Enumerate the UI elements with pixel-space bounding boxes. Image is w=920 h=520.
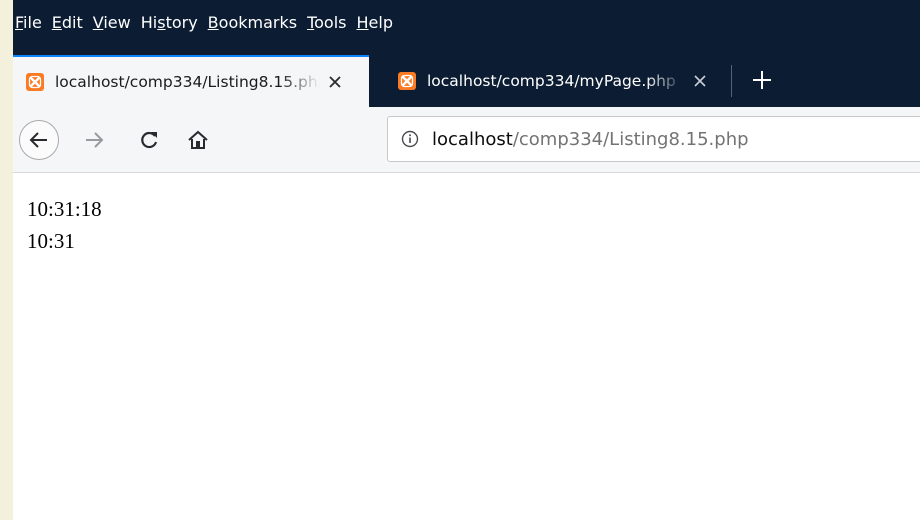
- plus-icon: [753, 71, 771, 89]
- url-path: /comp334/Listing8.15.php: [512, 128, 749, 150]
- menu-bookmarks-accel: B: [207, 13, 219, 32]
- close-icon[interactable]: [693, 74, 707, 88]
- tab-listing[interactable]: localhost/comp334/Listing8.15.php: [13, 55, 369, 107]
- xampp-favicon-icon: [26, 73, 44, 91]
- menu-edit-rest: dit: [61, 13, 83, 32]
- page-content: 10:31:18 10:31: [13, 174, 920, 520]
- navigation-toolbar: localhost/comp334/Listing8.15.php: [13, 107, 920, 173]
- browser-window: File Edit View History Bookmarks Tools H…: [13, 0, 920, 520]
- url-host: localhost: [432, 128, 513, 150]
- tab-title: localhost/comp334/myPage.php: [427, 72, 676, 90]
- time-full-line: 10:31:18: [27, 197, 102, 221]
- menu-bookmarks-rest: ookmarks: [218, 13, 298, 32]
- url-text[interactable]: localhost/comp334/Listing8.15.php: [432, 129, 749, 150]
- menu-edit[interactable]: Edit: [52, 11, 83, 34]
- menu-history-accel: s: [157, 13, 166, 32]
- home-icon: [188, 130, 208, 149]
- arrow-left-icon: [29, 132, 47, 148]
- reload-button[interactable]: [136, 127, 162, 153]
- menu-bar: File Edit View History Bookmarks Tools H…: [13, 0, 920, 45]
- menu-file[interactable]: File: [15, 11, 42, 34]
- address-bar[interactable]: localhost/comp334/Listing8.15.php: [387, 116, 920, 162]
- time-short-line: 10:31: [27, 229, 75, 253]
- back-button[interactable]: [19, 120, 59, 160]
- menu-history-pre: Hi: [140, 13, 158, 32]
- home-button[interactable]: [185, 127, 211, 153]
- menu-help-rest: elp: [368, 13, 393, 32]
- menu-help-accel: H: [356, 13, 369, 32]
- tab-strip: localhost/comp334/Listing8.15.php localh…: [13, 45, 920, 107]
- info-icon[interactable]: [400, 129, 420, 149]
- menu-file-accel: F: [15, 13, 24, 32]
- menu-bookmarks[interactable]: Bookmarks: [208, 11, 297, 34]
- menu-history[interactable]: History: [141, 11, 198, 34]
- menu-edit-accel: E: [51, 13, 62, 32]
- menu-view-rest: iew: [103, 13, 131, 32]
- tab-title: localhost/comp334/Listing8.15.php: [55, 73, 320, 91]
- menu-tools-rest: ools: [314, 13, 347, 32]
- reload-icon: [141, 131, 158, 149]
- menu-view[interactable]: View: [93, 11, 131, 34]
- tab-separator: [731, 65, 732, 97]
- tab-mypage[interactable]: localhost/comp334/myPage.php: [385, 55, 723, 107]
- menu-tools[interactable]: Tools: [307, 11, 346, 34]
- menu-help[interactable]: Help: [357, 11, 393, 34]
- xampp-favicon-icon: [398, 72, 416, 90]
- menu-view-accel: V: [92, 13, 104, 32]
- forward-button[interactable]: [81, 127, 107, 153]
- close-icon[interactable]: [328, 75, 342, 89]
- arrow-right-icon: [86, 132, 104, 148]
- new-tab-button[interactable]: [749, 67, 775, 93]
- menu-history-rest: tory: [165, 13, 198, 32]
- menu-file-rest: ile: [23, 13, 42, 32]
